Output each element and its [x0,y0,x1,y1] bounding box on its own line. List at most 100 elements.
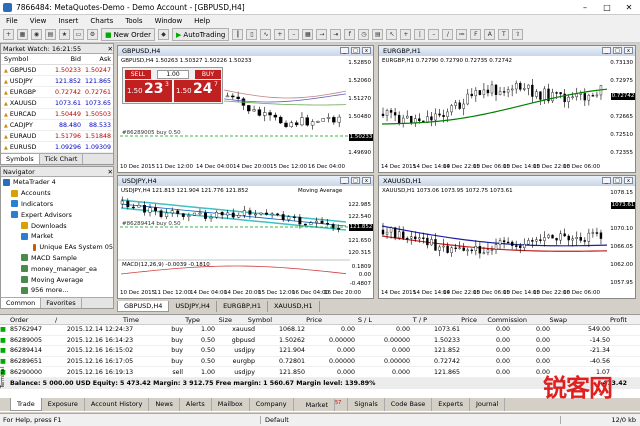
line-chart-icon[interactable]: ∿ [260,29,272,40]
market-watch-row[interactable]: ▲ EURUSD 1.09296 1.09309 [1,142,113,153]
tab-chart-eurgbp[interactable]: EURGBP,H1 [217,301,268,312]
col-sl[interactable]: S / L [322,316,372,324]
navigator-item[interactable]: Market [1,231,113,242]
chart-close-button[interactable]: x [624,47,633,54]
market-watch-icon[interactable]: ◉ [31,29,42,40]
tab-market[interactable]: Market 57 [294,398,349,412]
chart-minimize-button[interactable]: _ [602,177,611,184]
col-bid[interactable]: Bid [47,55,81,63]
close-icon[interactable]: ✕ [108,168,113,176]
tab-chart-xauusd[interactable]: XAUUSD,H1 [268,301,320,312]
chart-maximize-button[interactable]: □ [351,47,360,54]
profiles-icon[interactable]: ▦ [17,29,28,40]
tab-exposure[interactable]: Exposure [42,398,85,411]
trade-row[interactable]: ■ 86289005 2015.12.16 16:14:23 buy 0.50 gbpus… [0,336,640,347]
cursor-icon[interactable]: ↖ [386,29,398,40]
close-icon[interactable]: ✕ [108,45,113,53]
tab-signals[interactable]: Signals [348,398,385,411]
menu-help[interactable]: Help [188,17,216,25]
market-watch-row[interactable]: ▲ EURCAD 1.50449 1.50503 [1,109,113,120]
zoom-out-icon[interactable]: – [288,29,300,40]
navigator-item[interactable]: Indicators [1,199,113,210]
minimize-button[interactable]: – [574,0,596,14]
chart-window-usdjpy[interactable]: USDJPY,H4 _ □ x USDJPY,H4 121.813 121.90… [117,175,374,299]
hline-icon[interactable]: – [428,29,440,40]
navigator-item[interactable]: Accounts [1,188,113,199]
new-order-button[interactable]: ■ New Order [101,28,156,41]
market-watch-row[interactable]: ▲ USDJPY 121.852 121.865 [1,76,113,87]
tab-mailbox[interactable]: Mailbox [212,398,250,411]
autoscroll-icon[interactable]: → [316,29,328,40]
channel-icon[interactable]: ≔ [456,29,468,40]
crosshair-icon[interactable]: + [400,29,412,40]
tab-code-base[interactable]: Code Base [385,398,433,411]
chart-close-button[interactable]: x [362,47,371,54]
navigator-item[interactable]: MACD Sample [1,253,113,264]
tester-icon[interactable]: ⚙ [87,29,98,40]
label-icon[interactable]: T [498,29,510,40]
terminal-icon[interactable]: ▭ [73,29,84,40]
chart-minimize-button[interactable]: _ [340,177,349,184]
market-watch-row[interactable]: ▲ XAUUSD 1073.61 1073.65 [1,98,113,109]
col-price[interactable]: Price [272,316,322,324]
tab-tick-chart[interactable]: Tick Chart [40,154,84,164]
navigator-item[interactable]: MetaTrader 4 [1,177,113,188]
data-window-icon[interactable]: ▤ [45,29,56,40]
col-tp[interactable]: T / P [372,316,427,324]
col-symbol[interactable]: Symbol [232,316,272,324]
tab-chart-gbpusd[interactable]: GBPUSD,H4 [117,301,170,312]
menu-view[interactable]: View [24,17,53,25]
col-type[interactable]: Type [162,316,200,324]
tab-news[interactable]: News [149,398,180,411]
col-profit[interactable]: Profit [567,316,627,324]
tab-company[interactable]: Company [250,398,294,411]
col-commission[interactable]: Commission [477,316,527,324]
col-current-price[interactable]: Price [427,316,477,324]
zoom-in-icon[interactable]: + [274,29,286,40]
fibo-icon[interactable]: F [470,29,482,40]
market-watch-row[interactable]: ▲ GBPUSD 1.50233 1.50247 [1,65,113,76]
chart-window-gbpusd[interactable]: GBPUSD,H4 _ □ x GBPUSD,H4 1.50263 1.5032… [117,45,374,173]
menu-insert[interactable]: Insert [52,17,84,25]
tab-experts[interactable]: Experts [432,398,470,411]
navigator-item[interactable]: Expert Advisors [1,209,113,220]
tab-common[interactable]: Common [1,298,42,308]
tab-symbols[interactable]: Symbols [1,154,40,164]
indicators-icon[interactable]: f [344,29,356,40]
menu-charts[interactable]: Charts [84,17,119,25]
market-watch-row[interactable]: ▲ EURGBP 0.72742 0.72761 [1,87,113,98]
bar-chart-icon[interactable]: ┃ [232,29,244,40]
text-icon[interactable]: A [484,29,496,40]
periods-icon[interactable]: ◷ [358,29,370,40]
vline-icon[interactable]: | [414,29,426,40]
navigator-item[interactable]: money_manager_ea [1,263,113,274]
chart-maximize-button[interactable]: □ [351,177,360,184]
col-ask[interactable]: Ask [81,55,113,63]
col-size[interactable]: Size [200,316,232,324]
tab-account-history[interactable]: Account History [85,398,150,411]
menu-file[interactable]: File [0,17,24,25]
chart-close-button[interactable]: x [362,177,371,184]
chart-minimize-button[interactable]: _ [340,47,349,54]
maximize-button[interactable]: □ [596,0,618,14]
new-chart-icon[interactable]: + [3,29,14,40]
close-button[interactable]: ✕ [618,0,640,14]
navigator-item[interactable]: Moving Average [1,274,113,285]
shift-icon[interactable]: ⇥ [330,29,342,40]
autotrading-button[interactable]: ▶ AutoTrading [172,28,230,41]
chart-maximize-button[interactable]: □ [613,177,622,184]
tile-icon[interactable]: ▦ [302,29,314,40]
trade-row[interactable]: ■ 85762947 2015.12.14 12:24:37 buy 1.00 xauus… [0,325,640,336]
navigator-item[interactable]: 956 more... [1,285,113,296]
trade-row[interactable]: ■ 86289414 2015.12.16 16:15:02 buy 0.50 usdjp… [0,346,640,357]
navigator-icon[interactable]: ★ [59,29,70,40]
tab-alerts[interactable]: Alerts [180,398,212,411]
templates-icon[interactable]: ▤ [372,29,384,40]
chart-window-xauusd[interactable]: XAUUSD,H1 _ □ x XAUUSD,H1 1073.06 1073.9… [378,175,636,299]
chart-maximize-button[interactable]: □ [613,47,622,54]
chart-close-button[interactable]: x [624,177,633,184]
tab-chart-usdjpy[interactable]: USDJPY,H4 [169,301,218,312]
tab-favorites[interactable]: Favorites [41,298,82,308]
arrows-icon[interactable]: ⇧ [512,29,524,40]
col-order[interactable]: Order [10,316,55,324]
